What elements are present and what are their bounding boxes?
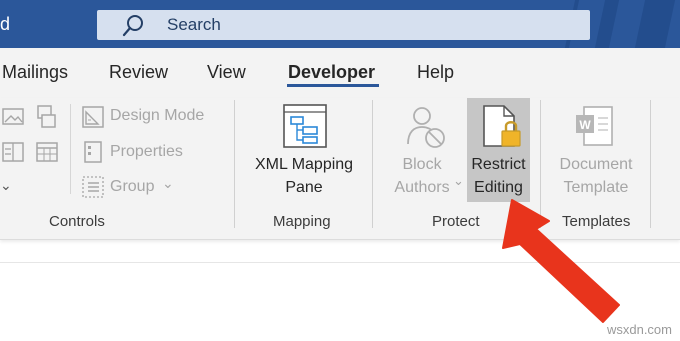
annotation-arrow-icon bbox=[502, 199, 620, 323]
watermark: wsxdn.com bbox=[606, 322, 672, 337]
